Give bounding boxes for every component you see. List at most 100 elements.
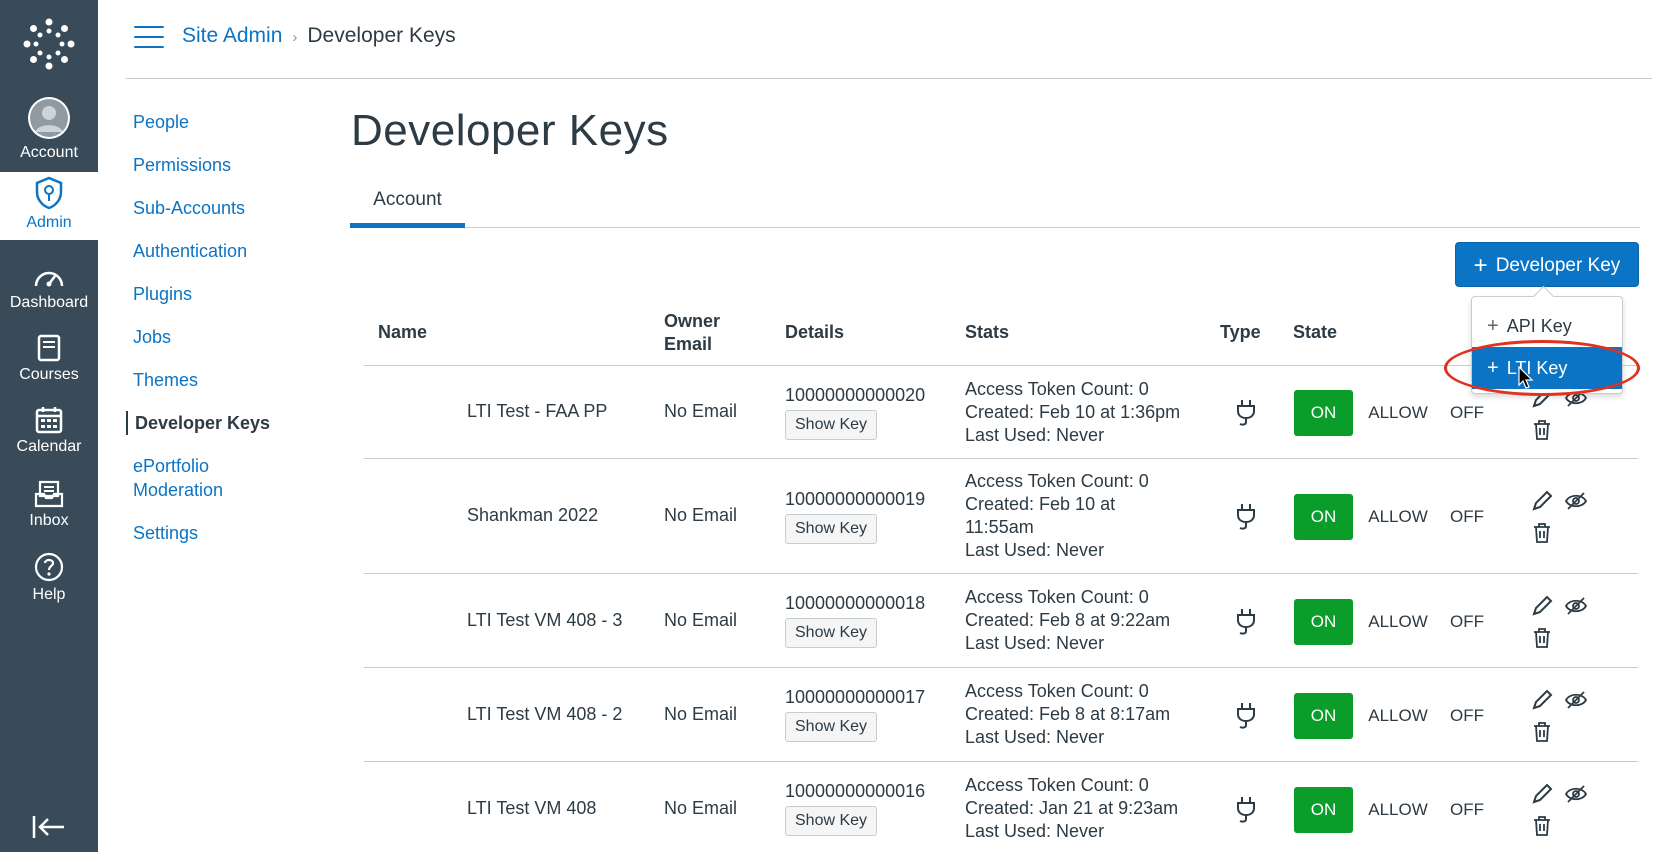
canvas-logo-icon[interactable] [23,18,75,70]
stat-last-used: Last Used: Never [965,425,1105,445]
global-nav-account[interactable]: Account [0,96,98,162]
global-nav-calendar[interactable]: Calendar [0,406,98,456]
state-off-button[interactable]: OFF [1442,390,1492,436]
stat-token-count: Access Token Count: 0 [965,587,1149,607]
edit-pencil-icon[interactable] [1530,594,1554,618]
state-allow-button[interactable]: ALLOW [1364,787,1432,833]
state-allow-button[interactable]: ALLOW [1364,599,1432,645]
admin-nav-plugins[interactable]: Plugins [126,282,326,306]
hide-eye-icon[interactable] [1564,782,1588,806]
state-off-button[interactable]: OFF [1442,494,1492,540]
delete-trash-icon[interactable] [1530,814,1554,838]
page-header: Site Admin › Developer Keys [126,0,1652,79]
admin-nav-people[interactable]: People [126,110,326,134]
lti-plug-icon [1237,703,1255,729]
help-icon [34,552,64,582]
hide-eye-icon[interactable] [1564,594,1588,618]
hide-eye-icon[interactable] [1564,688,1588,712]
global-nav: Account Admin Dashboard Courses Calendar… [0,0,98,852]
show-key-button[interactable]: Show Key [785,806,878,836]
add-developer-key-label: Developer Key [1495,255,1621,276]
key-stats: Access Token Count: 0 Created: Jan 21 at… [965,774,1190,843]
tab-account[interactable]: Account [350,180,465,228]
state-on-button[interactable]: ON [1294,494,1353,540]
stat-token-count: Access Token Count: 0 [965,681,1149,701]
menu-item-api-key-label: API Key [1506,316,1572,336]
admin-nav-eportfolio-moderation[interactable]: ePortfolio Moderation [126,454,236,502]
menu-item-lti-key[interactable]: + LTI Key [1472,347,1622,389]
calendar-icon [35,407,63,434]
stat-last-used: Last Used: Never [965,633,1105,653]
state-on-button[interactable]: ON [1294,693,1353,739]
global-nav-account-label: Account [20,144,78,161]
state-on-button[interactable]: ON [1294,599,1353,645]
admin-nav-jobs[interactable]: Jobs [126,325,326,349]
state-off-button[interactable]: OFF [1442,787,1492,833]
key-name: Shankman 2022 [467,505,599,525]
state-allow-button[interactable]: ALLOW [1364,693,1432,739]
stat-token-count: Access Token Count: 0 [965,379,1149,399]
show-key-button[interactable]: Show Key [785,618,878,648]
stat-token-count: Access Token Count: 0 [965,775,1149,795]
delete-trash-icon[interactable] [1530,418,1554,442]
state-allow-button[interactable]: ALLOW [1364,390,1432,436]
menu-item-api-key[interactable]: + API Key [1472,305,1622,347]
admin-shield-icon [35,176,63,210]
edit-pencil-icon[interactable] [1530,782,1554,806]
state-on-button[interactable]: ON [1294,390,1353,436]
state-allow-button[interactable]: ALLOW [1364,494,1432,540]
hide-eye-icon[interactable] [1564,489,1588,513]
show-key-button[interactable]: Show Key [785,514,878,544]
column-header-type: Type [1220,322,1261,342]
state-on-button[interactable]: ON [1294,787,1353,833]
inbox-icon [34,480,64,508]
global-nav-inbox-label: Inbox [29,512,69,529]
global-nav-help-label: Help [32,586,66,603]
table-header-row: Name Owner Email Details Stats Type Stat… [364,300,1638,366]
stat-created: Created: Feb 8 at 9:22am [965,610,1171,630]
table-row: Shankman 2022 No Email 10000000000019 Sh… [364,459,1638,574]
table-row: LTI Test VM 408 - 3 No Email 10000000000… [364,574,1638,668]
developer-keys-table: Name Owner Email Details Stats Type Stat… [364,300,1638,856]
global-nav-courses[interactable]: Courses [0,334,98,384]
collapse-nav-icon[interactable] [31,812,67,842]
admin-nav-developer-keys[interactable]: Developer Keys [126,411,326,435]
global-nav-calendar-label: Calendar [16,438,82,455]
delete-trash-icon[interactable] [1530,626,1554,650]
add-developer-key-button[interactable]: + Developer Key [1455,242,1639,287]
row-actions [1530,688,1590,744]
global-nav-help[interactable]: Help [0,552,98,604]
column-header-owner-email-line2: Email [664,334,713,354]
edit-pencil-icon[interactable] [1530,489,1554,513]
admin-nav-permissions[interactable]: Permissions [126,153,326,177]
column-header-owner-email-line1: Owner [664,311,721,331]
state-off-button[interactable]: OFF [1442,693,1492,739]
lti-plug-icon [1237,609,1255,635]
stat-created: Created: Jan 21 at 9:23am [965,798,1179,818]
show-key-button[interactable]: Show Key [785,712,878,742]
key-stats: Access Token Count: 0 Created: Feb 8 at … [965,586,1190,655]
global-nav-admin-label: Admin [26,214,72,231]
state-off-button[interactable]: OFF [1442,599,1492,645]
edit-pencil-icon[interactable] [1530,688,1554,712]
plus-icon: + [1487,315,1499,337]
key-id: 10000000000019 [785,489,926,509]
global-nav-inbox[interactable]: Inbox [0,480,98,530]
admin-nav-themes[interactable]: Themes [126,368,326,392]
key-stats: Access Token Count: 0 Created: Feb 8 at … [965,680,1190,749]
admin-nav-sub-accounts[interactable]: Sub-Accounts [126,196,326,220]
show-key-button[interactable]: Show Key [785,410,878,440]
breadcrumb-separator-icon: › [292,29,298,46]
stat-last-used: Last Used: Never [965,821,1105,841]
add-key-menu: + API Key + LTI Key [1471,296,1623,394]
breadcrumb-site-admin[interactable]: Site Admin [182,24,282,47]
hamburger-menu-icon[interactable] [134,26,164,50]
global-nav-dashboard[interactable]: Dashboard [0,266,98,312]
admin-nav-authentication[interactable]: Authentication [126,239,326,263]
delete-trash-icon[interactable] [1530,720,1554,744]
delete-trash-icon[interactable] [1530,521,1554,545]
menu-item-lti-key-label: LTI Key [1506,358,1568,378]
stat-created: Created: Feb 10 at 1:36pm [965,402,1181,422]
admin-nav-settings[interactable]: Settings [126,521,326,545]
global-nav-admin[interactable]: Admin [0,172,98,240]
